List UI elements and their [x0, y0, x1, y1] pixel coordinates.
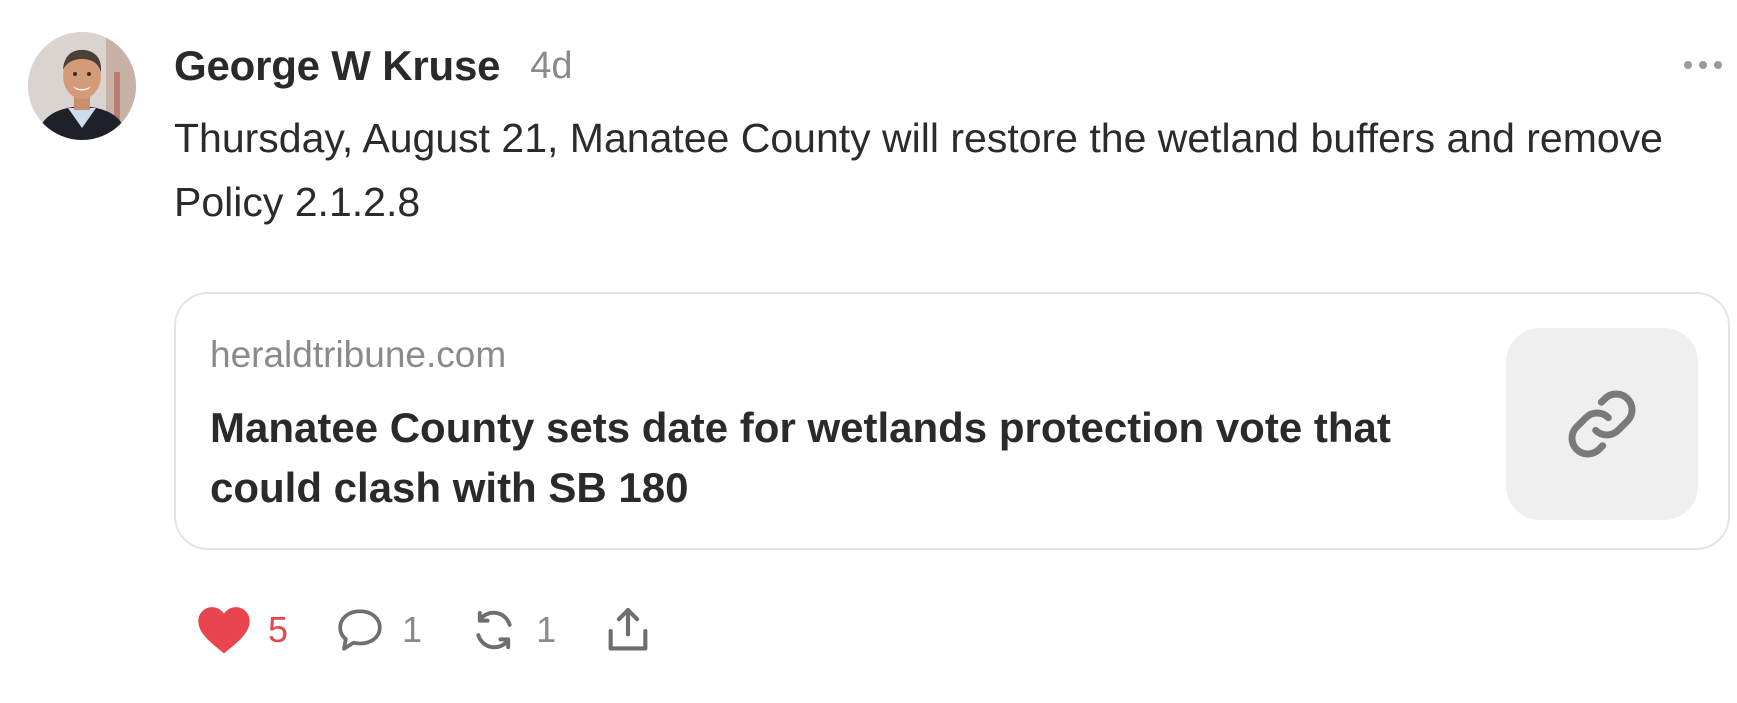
author-name[interactable]: George W Kruse: [174, 42, 500, 90]
like-count: 5: [268, 609, 289, 650]
post-body-text: Thursday, August 21, Manatee County will…: [174, 115, 1663, 225]
repost-count: 1: [536, 609, 557, 650]
reply-count: 1: [402, 609, 423, 650]
link-thumbnail: [1506, 328, 1698, 520]
link-icon: [1568, 390, 1636, 458]
link-preview-card[interactable]: heraldtribune.com Manatee County sets da…: [174, 292, 1730, 550]
post-timestamp[interactable]: 4d: [530, 45, 572, 88]
avatar-photo: [28, 32, 136, 140]
like-button[interactable]: 5: [196, 604, 288, 656]
post-actions-bar: 5 1 1: [196, 600, 654, 660]
author-avatar[interactable]: [28, 32, 136, 140]
more-options-button[interactable]: [1680, 50, 1726, 80]
link-domain: heraldtribune.com: [210, 334, 507, 375]
reply-button[interactable]: 1: [334, 605, 422, 655]
repost-icon: [476, 610, 512, 650]
comment-icon: [338, 609, 382, 651]
feed-post: George W Kruse 4d Thursday, August 21, M…: [0, 0, 1737, 703]
share-icon: [608, 608, 648, 651]
share-button[interactable]: [602, 604, 654, 656]
heart-icon: [198, 607, 250, 654]
ellipsis-icon: [1684, 61, 1722, 69]
repost-button[interactable]: 1: [468, 605, 556, 655]
link-title: Manatee County sets date for wetlands pr…: [210, 404, 1391, 511]
post-header: George W Kruse 4d: [174, 38, 573, 94]
